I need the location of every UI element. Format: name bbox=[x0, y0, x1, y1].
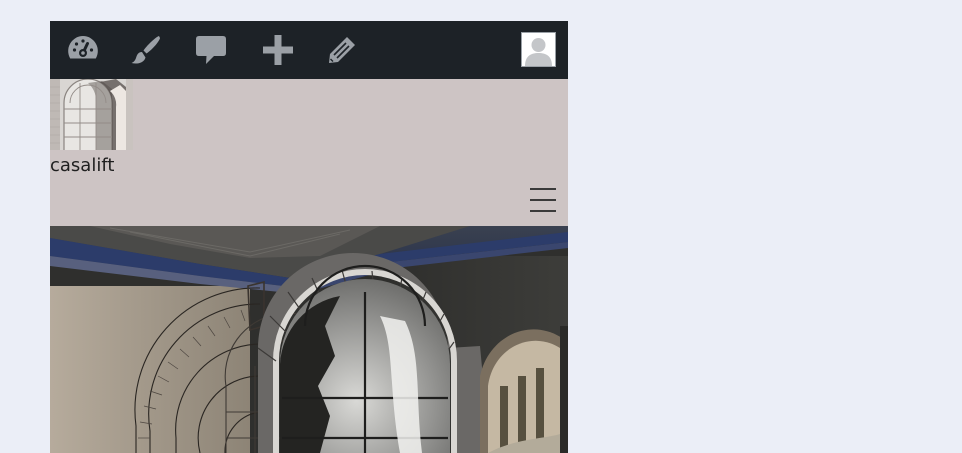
site-title[interactable]: casalift bbox=[50, 155, 114, 176]
customize-button[interactable] bbox=[127, 31, 165, 69]
dashboard-gauge-icon bbox=[68, 36, 98, 59]
admin-bar bbox=[50, 21, 568, 79]
hero-image bbox=[50, 226, 568, 453]
hamburger-menu-icon[interactable] bbox=[530, 188, 556, 212]
user-avatar-icon bbox=[522, 33, 555, 66]
new-plus-icon bbox=[263, 35, 293, 65]
account-avatar-button[interactable] bbox=[521, 32, 556, 67]
window-arch-logo bbox=[50, 79, 133, 150]
edit-pencil-icon bbox=[329, 37, 355, 63]
new-content-button[interactable] bbox=[259, 31, 297, 69]
comments-bubble-icon bbox=[196, 36, 226, 64]
arched-window-interior-image bbox=[50, 226, 568, 453]
comments-button[interactable] bbox=[192, 31, 230, 69]
dashboard-button[interactable] bbox=[64, 31, 102, 69]
customize-brush-icon bbox=[131, 36, 160, 64]
site-logo-link[interactable] bbox=[50, 79, 133, 150]
site-header: casalift bbox=[50, 79, 568, 226]
edit-page-button[interactable] bbox=[323, 31, 361, 69]
site-frame: casalift bbox=[50, 21, 568, 453]
